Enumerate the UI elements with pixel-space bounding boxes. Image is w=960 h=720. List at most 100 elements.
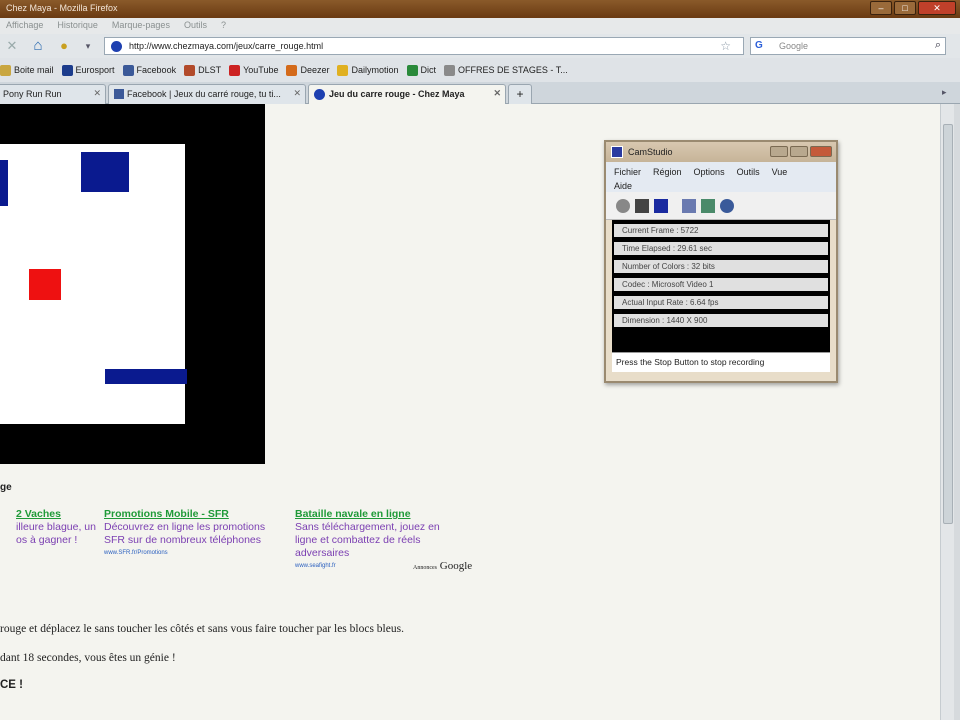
stat-row: Codec : Microsoft Video 1 xyxy=(614,278,828,291)
home-icon[interactable]: ⌂ xyxy=(28,37,48,55)
bookmark-label: Facebook xyxy=(136,65,177,75)
camstudio-maximize-button[interactable] xyxy=(790,146,808,157)
camstudio-menu-item[interactable]: Aide xyxy=(614,181,632,191)
ad-title[interactable]: Bataille navale en ligne xyxy=(295,508,440,521)
good-luck-text: CE ! xyxy=(0,679,23,691)
menu-help[interactable]: ? xyxy=(221,20,226,32)
tab-pony-run-run[interactable]: Pony Run Run ✕ xyxy=(0,84,106,104)
bookmark-item[interactable]: Dailymotion xyxy=(337,64,399,76)
pause-icon[interactable] xyxy=(635,198,649,213)
annotation-icon[interactable] xyxy=(720,198,734,213)
stop-icon[interactable]: ✕ xyxy=(4,37,20,55)
instructions-text: rouge et déplacez le sans toucher les cô… xyxy=(0,623,404,635)
bookmark-icon xyxy=(286,64,298,76)
google-ads-label[interactable]: Annonces Google xyxy=(413,560,472,572)
bookmark-icon xyxy=(444,64,456,76)
window-edge xyxy=(954,104,960,720)
close-tab-icon[interactable]: ✕ xyxy=(293,88,301,99)
region-icon[interactable] xyxy=(682,198,696,213)
camstudio-menu-item[interactable]: Options xyxy=(694,167,725,177)
camstudio-minimize-button[interactable] xyxy=(770,146,788,157)
search-input[interactable]: G Google ⌕ xyxy=(750,37,946,55)
chevron-down-icon[interactable]: ▾ xyxy=(82,37,94,55)
options-icon[interactable] xyxy=(701,198,715,213)
bookmark-item[interactable]: Boite mail xyxy=(0,64,54,76)
red-square[interactable] xyxy=(29,269,61,300)
bookmark-item[interactable]: OFFRES DE STAGES - T... xyxy=(444,64,568,76)
tab-list-icon[interactable]: ▸ xyxy=(942,87,947,98)
menu-bar: Affichage Historique Marque-pages Outils… xyxy=(0,18,960,34)
addon-icon[interactable]: ● xyxy=(56,37,72,55)
record-icon[interactable] xyxy=(616,198,630,213)
tab-label: Pony Run Run xyxy=(3,89,62,99)
stop-icon[interactable] xyxy=(654,198,668,213)
ad-body: Sans téléchargement, jouez en xyxy=(295,521,440,533)
url-bar[interactable]: http://www.chezmaya.com/jeux/carre_rouge… xyxy=(104,37,744,55)
bookmark-label: Boite mail xyxy=(14,65,54,75)
search-icon[interactable]: ⌕ xyxy=(935,39,941,52)
ad-url[interactable]: www.SFR.fr/Promotions xyxy=(104,547,265,560)
menu-tools[interactable]: Outils xyxy=(184,20,207,32)
camstudio-menu-item[interactable]: Région xyxy=(653,167,682,177)
google-label: Google xyxy=(439,560,473,572)
scrollbar-thumb[interactable] xyxy=(943,124,953,524)
camstudio-menu-item[interactable]: Outils xyxy=(737,167,760,177)
ad-2-vaches[interactable]: 2 Vaches illeure blague, un os à gagner … xyxy=(16,508,96,547)
bookmarks-toolbar: Boite mail Eurosport Facebook DLST YouTube De… xyxy=(0,58,960,82)
bookmark-icon xyxy=(122,64,134,76)
close-window-button[interactable]: ✕ xyxy=(918,1,956,15)
camstudio-window-controls xyxy=(770,146,832,157)
navigation-toolbar: ✕ ⌂ ● ▾ http://www.chezmaya.com/jeux/car… xyxy=(0,34,960,58)
game-board xyxy=(0,104,265,464)
ad-body: ligne et combattez de réels xyxy=(295,534,421,546)
close-tab-icon[interactable]: ✕ xyxy=(93,88,101,99)
ad-body: illeure blague, un xyxy=(16,521,96,533)
bookmark-item[interactable]: YouTube xyxy=(229,64,278,76)
tab-facebook[interactable]: Facebook | Jeux du carré rouge, tu ti...… xyxy=(108,84,306,104)
new-tab-button[interactable]: + xyxy=(508,84,532,104)
ad-body: Découvrez en ligne les promotions xyxy=(104,521,266,533)
ad-promotions-sfr[interactable]: Promotions Mobile - SFR Découvrez en lig… xyxy=(104,508,265,560)
ads-label-prefix: Annonces xyxy=(413,565,437,571)
bookmark-item[interactable]: Deezer xyxy=(286,64,329,76)
bookmark-item[interactable]: Facebook xyxy=(122,64,177,76)
google-search-icon: G xyxy=(755,40,763,51)
bookmark-item[interactable]: Dict xyxy=(406,64,437,76)
menu-bookmarks[interactable]: Marque-pages xyxy=(112,20,170,32)
blue-block xyxy=(81,152,129,192)
ad-body: SFR sur de nombreux téléphones xyxy=(104,534,262,546)
menu-view[interactable]: Affichage xyxy=(6,20,43,32)
bookmark-icon xyxy=(0,64,11,76)
tab-chez-maya[interactable]: Jeu du carre rouge - Chez Maya ✕ xyxy=(308,84,506,104)
camstudio-title: CamStudio xyxy=(628,147,673,157)
blue-block xyxy=(0,160,8,206)
tab-label: Facebook | Jeux du carré rouge, tu ti... xyxy=(127,89,281,99)
stat-row: Dimension : 1440 X 900 xyxy=(614,314,828,327)
camstudio-menu-item[interactable]: Fichier xyxy=(614,167,641,177)
bookmark-label: DLST xyxy=(198,65,222,75)
menu-history[interactable]: Historique xyxy=(57,20,98,32)
blue-block xyxy=(105,369,187,384)
camstudio-close-button[interactable] xyxy=(810,146,832,157)
bookmark-item[interactable]: DLST xyxy=(184,64,222,76)
camstudio-app-icon xyxy=(611,146,623,158)
bookmark-label: Eurosport xyxy=(75,65,115,75)
camstudio-titlebar: CamStudio xyxy=(606,142,836,162)
ad-title[interactable]: Promotions Mobile - SFR xyxy=(104,508,265,521)
stat-row: Number of Colors : 32 bits xyxy=(614,260,828,273)
ad-title[interactable]: 2 Vaches xyxy=(16,508,96,521)
bookmark-star-icon[interactable]: ☆ xyxy=(720,39,731,53)
camstudio-window: CamStudio Fichier Région Options Outils Vue A… xyxy=(604,140,838,383)
bookmark-item[interactable]: Eurosport xyxy=(61,64,115,76)
search-placeholder: Google xyxy=(779,41,809,51)
bookmark-label: Dict xyxy=(420,65,437,75)
minimize-button[interactable]: – xyxy=(870,1,892,15)
bookmark-icon xyxy=(406,64,418,76)
close-tab-icon[interactable]: ✕ xyxy=(493,88,501,99)
maximize-button[interactable]: □ xyxy=(894,1,916,15)
camstudio-menu-item[interactable]: Vue xyxy=(772,167,788,177)
bookmark-icon xyxy=(61,64,73,76)
vertical-scrollbar[interactable] xyxy=(940,104,954,720)
google-ads: 2 Vaches illeure blague, un os à gagner … xyxy=(0,508,500,588)
game-heading: ge xyxy=(0,482,12,493)
